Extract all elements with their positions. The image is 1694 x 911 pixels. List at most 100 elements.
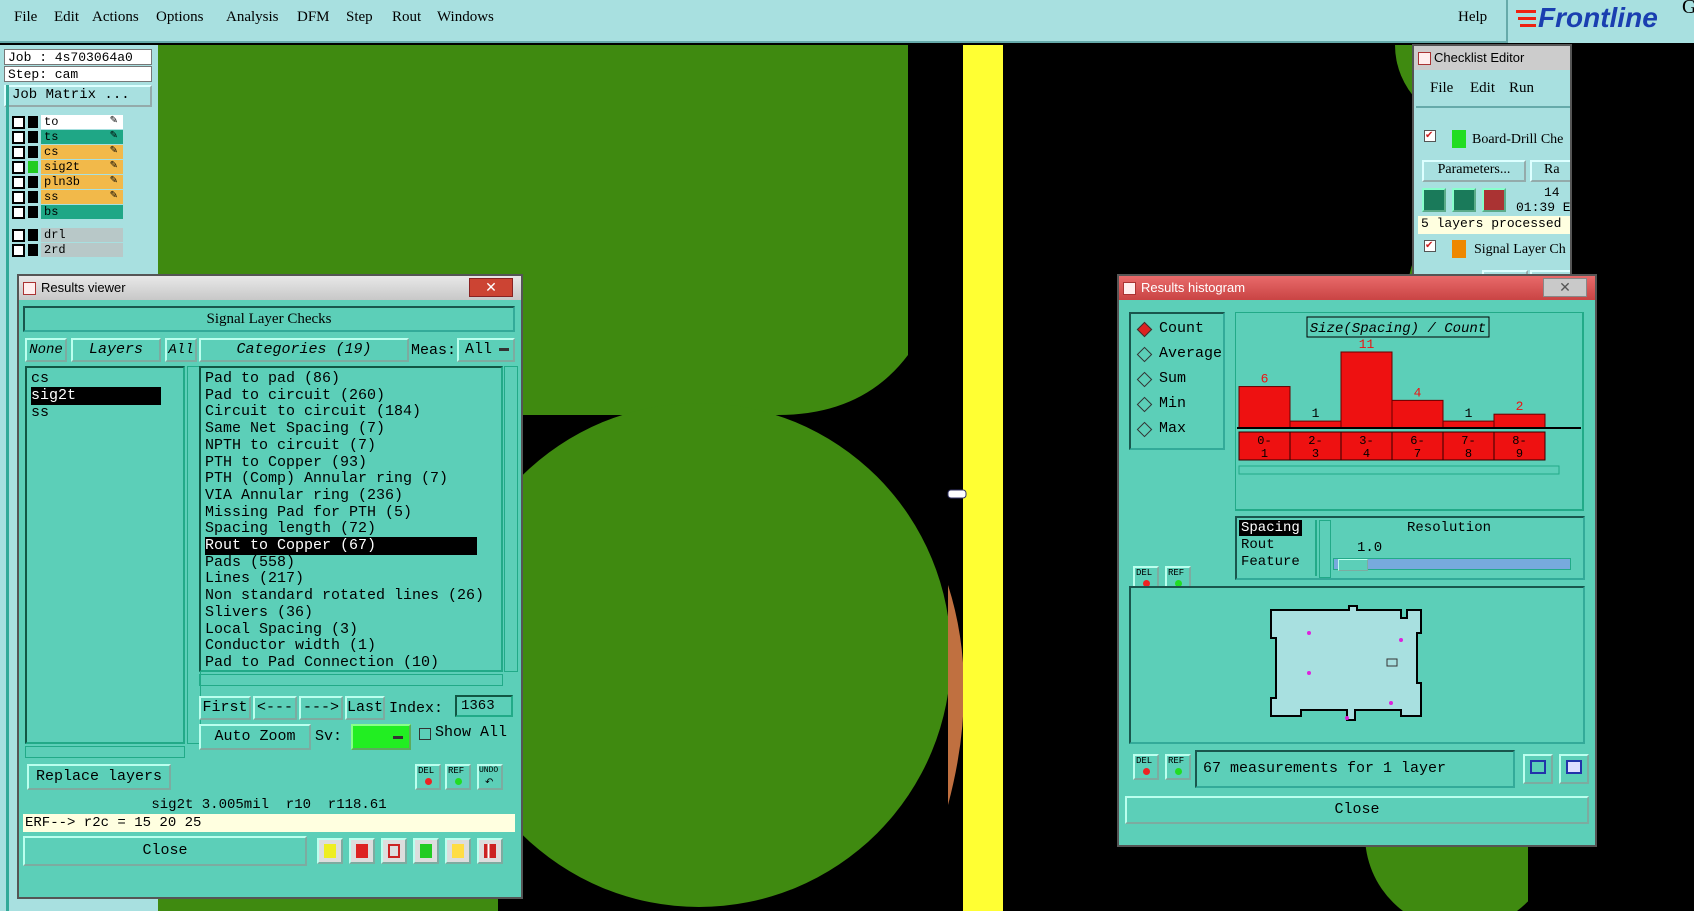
axis-rout[interactable]: Rout bbox=[1241, 537, 1275, 553]
zoom-fit-button[interactable] bbox=[1523, 754, 1553, 784]
tool-report-button[interactable] bbox=[445, 838, 471, 864]
category-item[interactable]: Lines (217) bbox=[205, 570, 477, 588]
layer-checkbox[interactable] bbox=[12, 176, 25, 189]
job-matrix-button[interactable]: Job Matrix ... bbox=[4, 85, 152, 107]
slider-thumb[interactable] bbox=[1338, 559, 1368, 571]
category-item[interactable]: Pad to pad (86) bbox=[205, 370, 477, 388]
menu-dfm[interactable]: DFM bbox=[297, 9, 330, 26]
check-enable-checkbox[interactable]: ✔ bbox=[1424, 240, 1436, 252]
categories-hscrollbar[interactable] bbox=[199, 674, 503, 686]
show-all-checkbox[interactable] bbox=[419, 728, 431, 740]
resolution-slider[interactable] bbox=[1333, 558, 1571, 571]
layer-listbox[interactable]: cs sig2t ss bbox=[25, 366, 185, 744]
tool-red-button[interactable] bbox=[349, 838, 375, 864]
histogram-bar[interactable] bbox=[1442, 420, 1495, 429]
category-item[interactable]: Pad to circuit (260) bbox=[205, 387, 477, 405]
category-item[interactable]: Same Net Spacing (7) bbox=[205, 420, 477, 438]
chart-hscrollbar[interactable] bbox=[1238, 465, 1560, 475]
menu-options[interactable]: Options bbox=[156, 9, 204, 26]
mode-radio-sum[interactable]: Sum bbox=[1136, 370, 1219, 390]
undo-button[interactable]: UNDO ↶ bbox=[477, 764, 503, 790]
categories-button[interactable]: Categories (19) bbox=[199, 338, 409, 362]
layer-list-item[interactable]: sig2t bbox=[31, 387, 161, 405]
hist-ref-button-2[interactable]: REF bbox=[1165, 754, 1191, 780]
result-marker[interactable] bbox=[1307, 631, 1311, 635]
category-item[interactable]: Pad to Pad Connection (10) bbox=[205, 654, 477, 672]
layer-checkbox[interactable] bbox=[12, 244, 25, 257]
axis-feature[interactable]: Feature bbox=[1241, 554, 1300, 570]
layer-list-item[interactable]: ss bbox=[31, 404, 161, 422]
mode-radio-average[interactable]: Average bbox=[1136, 345, 1222, 365]
window-close-button[interactable]: ✕ bbox=[1543, 278, 1587, 297]
category-item[interactable]: Spacing length (72) bbox=[205, 520, 477, 538]
menu-file[interactable]: File bbox=[14, 9, 37, 26]
layer-row[interactable]: drl bbox=[8, 228, 124, 242]
category-item[interactable]: Non standard rotated lines (26) bbox=[205, 587, 484, 605]
histogram-bar[interactable] bbox=[1289, 420, 1342, 429]
category-item[interactable]: Local Spacing (3) bbox=[205, 621, 477, 639]
axis-spacing[interactable]: Spacing bbox=[1239, 520, 1302, 536]
layer-checkbox[interactable] bbox=[12, 229, 25, 242]
menu-actions[interactable]: Actions bbox=[92, 9, 139, 26]
category-item[interactable]: Circuit to circuit (184) bbox=[205, 403, 477, 421]
menu-edit[interactable]: Edit bbox=[54, 9, 79, 26]
close-button[interactable]: Close bbox=[23, 836, 307, 866]
category-item[interactable]: Conductor width (1) bbox=[205, 637, 477, 655]
layer-name[interactable]: 2rd bbox=[41, 243, 123, 257]
run-status-icon[interactable] bbox=[1422, 188, 1446, 212]
prev-button[interactable]: <--- bbox=[253, 696, 297, 720]
layers-button[interactable]: Layers bbox=[71, 338, 161, 362]
sv-color-dropdown[interactable] bbox=[351, 724, 411, 750]
meas-dropdown[interactable]: All bbox=[457, 338, 515, 362]
category-item[interactable]: Slivers (36) bbox=[205, 604, 477, 622]
category-item[interactable]: Missing Pad for PTH (5) bbox=[205, 504, 477, 522]
zoom-select-button[interactable] bbox=[1559, 754, 1589, 784]
layer-row[interactable]: pln3b ✎ bbox=[8, 175, 124, 189]
categories-listbox[interactable]: Pad to pad (86) Pad to circuit (260) Circu… bbox=[199, 366, 503, 672]
layer-checkbox[interactable] bbox=[12, 116, 25, 129]
category-item[interactable]: PTH to Copper (93) bbox=[205, 454, 477, 472]
check-enable-checkbox[interactable]: ✔ bbox=[1424, 130, 1436, 142]
axis-scrollbar[interactable] bbox=[1319, 520, 1331, 578]
menu-help[interactable]: Help bbox=[1458, 9, 1487, 26]
category-item[interactable]: VIA Annular ring (236) bbox=[205, 487, 477, 505]
run-status-icon[interactable] bbox=[1482, 188, 1506, 212]
layer-row[interactable]: sig2t ✎ bbox=[8, 160, 124, 174]
all-button[interactable]: All bbox=[165, 338, 197, 362]
replace-layers-dropdown[interactable]: Replace layers bbox=[27, 764, 171, 790]
menu-step[interactable]: Step bbox=[346, 9, 373, 26]
result-marker[interactable] bbox=[1307, 671, 1311, 675]
checklist-menu-file[interactable]: File bbox=[1430, 80, 1453, 97]
tool-yellow-button[interactable] bbox=[317, 838, 343, 864]
layer-row[interactable]: to ✎ bbox=[8, 115, 124, 129]
layer-row[interactable]: 2rd bbox=[8, 243, 124, 257]
run-status-icon[interactable] bbox=[1452, 188, 1476, 212]
histogram-button[interactable] bbox=[477, 838, 503, 864]
hist-del-button-2[interactable]: DEL bbox=[1133, 754, 1159, 780]
histogram-bar[interactable] bbox=[1391, 399, 1444, 429]
next-button[interactable]: ---> bbox=[299, 696, 343, 720]
index-input[interactable]: 1363 bbox=[455, 695, 513, 717]
layer-row[interactable]: ts ✎ bbox=[8, 130, 124, 144]
measure-marker[interactable] bbox=[947, 489, 967, 499]
menu-analysis[interactable]: Analysis bbox=[226, 9, 279, 26]
mode-radio-count[interactable]: Count bbox=[1136, 320, 1219, 340]
first-button[interactable]: First bbox=[199, 696, 251, 720]
del-button[interactable]: DEL bbox=[415, 764, 441, 790]
check-name[interactable]: Signal Layer Ch bbox=[1474, 242, 1566, 258]
layer-name[interactable]: bs bbox=[41, 205, 123, 219]
layer-row[interactable]: bs bbox=[8, 205, 124, 219]
run-button[interactable]: Ra bbox=[1530, 160, 1570, 182]
layer-name[interactable]: drl bbox=[41, 228, 123, 242]
categories-scrollbar[interactable] bbox=[504, 366, 518, 672]
layer-checkbox[interactable] bbox=[12, 206, 25, 219]
result-marker[interactable] bbox=[1389, 701, 1393, 705]
layer-checkbox[interactable] bbox=[12, 146, 25, 159]
layer-hscrollbar[interactable] bbox=[25, 746, 185, 758]
histogram-bar[interactable] bbox=[1340, 351, 1393, 429]
category-item[interactable]: Pads (558) bbox=[205, 554, 477, 572]
parameters-button[interactable]: Parameters... bbox=[1422, 160, 1526, 182]
histogram-bar[interactable] bbox=[1493, 413, 1546, 429]
layer-row[interactable]: cs ✎ bbox=[8, 145, 124, 159]
menu-windows[interactable]: Windows bbox=[437, 9, 494, 26]
